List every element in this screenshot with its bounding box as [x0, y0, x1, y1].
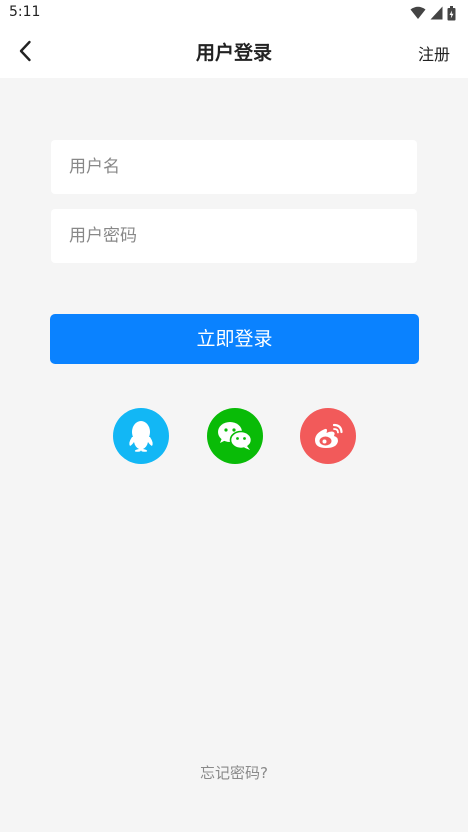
battery-icon	[447, 5, 456, 20]
username-input[interactable]	[51, 140, 417, 194]
qq-icon	[129, 421, 153, 452]
status-bar: 5:11	[0, 0, 468, 26]
wechat-icon	[218, 422, 253, 450]
page-title: 用户登录	[195, 42, 272, 64]
password-input[interactable]	[51, 209, 417, 263]
navbar: 用户登录 注册	[0, 26, 468, 78]
login-screen: 5:11 用户登录 注册 立即登录	[0, 0, 468, 832]
status-icons	[410, 5, 456, 21]
wifi-icon	[410, 6, 426, 19]
weibo-login-button[interactable]	[300, 408, 356, 464]
register-link[interactable]: 注册	[418, 41, 450, 65]
status-time: 5:11	[9, 4, 41, 20]
login-button[interactable]: 立即登录	[50, 314, 419, 364]
qq-login-button[interactable]	[113, 408, 169, 464]
forgot-password-link[interactable]: 忘记密码?	[0, 762, 468, 783]
signal-icon	[430, 6, 443, 20]
weibo-icon	[315, 423, 343, 448]
wechat-login-button[interactable]	[207, 408, 263, 464]
